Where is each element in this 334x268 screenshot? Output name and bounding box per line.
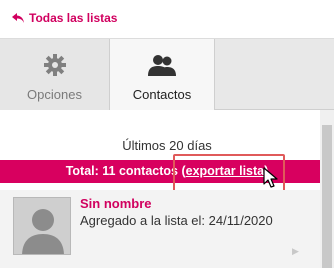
scrollbar-thumb[interactable]	[322, 125, 332, 268]
back-link-label: Todas las listas	[29, 11, 118, 25]
avatar-placeholder-icon	[13, 197, 71, 255]
top-bar: Todas las listas	[0, 0, 334, 39]
gear-icon	[43, 53, 67, 82]
contact-name[interactable]: Sin nombre	[80, 196, 152, 211]
back-to-lists-link[interactable]: Todas las listas	[11, 11, 117, 25]
contacts-icon	[147, 53, 177, 82]
back-arrow-icon	[12, 13, 24, 23]
contacts-panel: Últimos 20 días Total: 11 contactos (exp…	[0, 110, 334, 268]
tab-contactos[interactable]: Contactos	[109, 39, 215, 111]
total-count-text: Total: 11 contactos (	[65, 164, 186, 178]
tab-opciones[interactable]: Opciones	[0, 39, 109, 110]
tab-contactos-label: Contactos	[132, 87, 192, 102]
row-arrow-icon: ▶	[292, 246, 299, 256]
contact-added-date: Agregado a la lista el: 24/11/2020	[80, 213, 273, 228]
tab-opciones-label: Opciones	[27, 87, 82, 102]
tab-bar: Opciones Contactos	[0, 39, 334, 111]
period-label: Últimos 20 días	[122, 138, 212, 153]
